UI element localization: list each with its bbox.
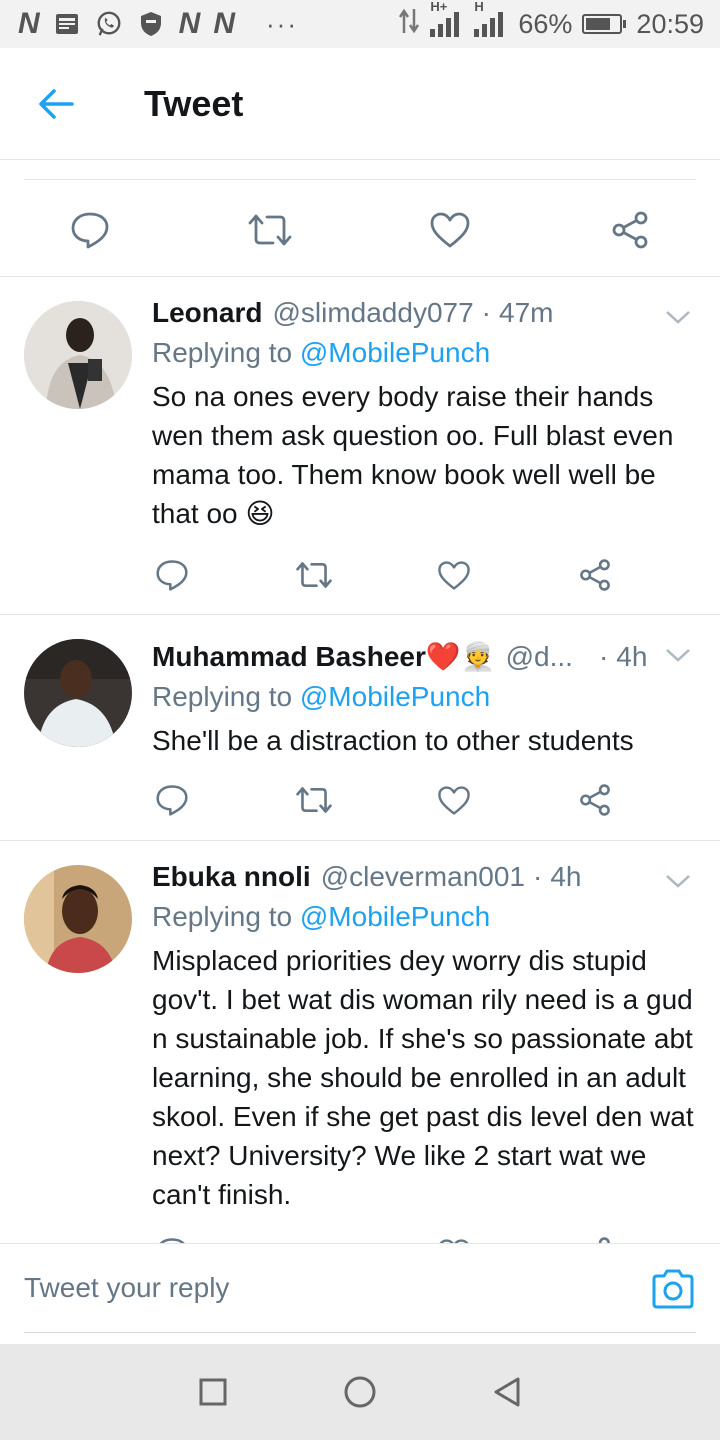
- user-handle[interactable]: @slimdaddy077: [272, 295, 473, 331]
- battery-percent: 66%: [518, 8, 573, 39]
- separator: ·: [481, 297, 491, 328]
- heart-icon: [438, 785, 470, 815]
- n-notification-icon: N: [213, 7, 235, 40]
- separator: ·: [533, 861, 543, 892]
- avatar[interactable]: [24, 639, 132, 747]
- heart-icon: [430, 212, 470, 248]
- reply-button[interactable]: [66, 206, 114, 254]
- like-button[interactable]: [426, 206, 474, 254]
- triangle-back-icon: [494, 1377, 520, 1407]
- reply-placeholder: Tweet your reply: [24, 1272, 230, 1303]
- user-name[interactable]: Leonard: [152, 295, 262, 331]
- reply-header: Muhammad Basheer❤️👳 @d... · 4h: [152, 639, 696, 675]
- reply-button[interactable]: [152, 555, 192, 595]
- replying-to: Replying to @MobilePunch: [152, 337, 491, 368]
- reply-tweet[interactable]: Muhammad Basheer❤️👳 @d... · 4h Replying …: [0, 615, 720, 841]
- share-button[interactable]: [575, 555, 615, 595]
- n-notification-icon: N: [178, 7, 201, 40]
- clock: 20:59: [636, 8, 704, 39]
- tweet-text: She'll be a distraction to other student…: [152, 725, 634, 756]
- replying-to: Replying to @MobilePunch: [152, 681, 491, 712]
- like-button[interactable]: [434, 555, 474, 595]
- mention-link[interactable]: @MobilePunch: [300, 901, 490, 932]
- news-icon: [53, 10, 81, 38]
- heart-icon: [438, 560, 470, 590]
- replying-to: Replying to @MobilePunch: [152, 901, 491, 932]
- share-button[interactable]: [575, 1233, 615, 1243]
- user-name[interactable]: Muhammad Basheer❤️👳: [152, 639, 496, 675]
- data-transfer-icon: [398, 7, 420, 42]
- system-status: H+ H 66% 20:59: [398, 0, 704, 42]
- chevron-down-icon[interactable]: [664, 871, 692, 891]
- retweet-icon: [296, 562, 332, 588]
- status-bar: N N N ··· H+ H 66% 20:59: [0, 0, 720, 48]
- separator: ·: [598, 641, 609, 672]
- reply-actions: [152, 555, 632, 595]
- reply-actions: [152, 1233, 632, 1243]
- arrow-left-icon: [39, 88, 74, 119]
- reply-button[interactable]: [152, 780, 192, 820]
- retweet-icon: [296, 787, 332, 813]
- reply-header: Ebuka nnoli @cleverman001 · 4h: [152, 859, 696, 895]
- speech-bubble-icon: [156, 785, 188, 816]
- retweet-button[interactable]: [294, 780, 334, 820]
- recents-button[interactable]: [183, 1362, 243, 1422]
- reply-button[interactable]: [152, 1233, 192, 1243]
- reply-tweet[interactable]: Ebuka nnoli @cleverman001 · 4h Replying …: [0, 841, 720, 1243]
- camera-icon[interactable]: [650, 1266, 696, 1312]
- divider: [24, 179, 696, 180]
- share-icon: [598, 1237, 610, 1243]
- timestamp: 4h: [616, 641, 648, 672]
- back-button[interactable]: [0, 48, 112, 160]
- signal-icon: H+: [430, 0, 464, 37]
- avatar[interactable]: [24, 865, 132, 973]
- share-icon: [580, 784, 610, 816]
- speech-bubble-icon: [156, 560, 188, 591]
- reply-header: Leonard @slimdaddy077 · 47m: [152, 295, 696, 331]
- tweet-text: Misplaced priorities dey worry dis stupi…: [152, 945, 694, 1210]
- app-header: Tweet: [0, 48, 720, 160]
- n-notification-icon: N: [18, 7, 40, 40]
- tweet-text: So na ones every body raise their hands …: [152, 381, 674, 529]
- share-icon: [612, 211, 648, 249]
- signal-icon: H: [474, 0, 508, 37]
- chevron-down-icon[interactable]: [664, 307, 692, 327]
- timestamp: 4h: [550, 861, 582, 892]
- retweet-icon: [248, 214, 292, 246]
- user-name[interactable]: Ebuka nnoli: [152, 859, 311, 895]
- reply-composer: Tweet your reply: [0, 1243, 720, 1344]
- home-button[interactable]: [330, 1362, 390, 1422]
- page-title: Tweet: [144, 82, 244, 124]
- retweet-button[interactable]: [294, 555, 334, 595]
- speech-bubble-icon: [71, 212, 109, 249]
- share-button[interactable]: [575, 780, 615, 820]
- system-nav-bar: [0, 1344, 720, 1440]
- square-icon: [199, 1378, 227, 1406]
- battery-icon: [582, 14, 627, 34]
- share-button[interactable]: [606, 206, 654, 254]
- timestamp: 47m: [499, 297, 554, 328]
- reply-input[interactable]: Tweet your reply: [24, 1244, 696, 1333]
- avatar[interactable]: [24, 301, 132, 409]
- like-button[interactable]: [434, 780, 474, 820]
- mention-link[interactable]: @MobilePunch: [300, 681, 490, 712]
- chevron-down-icon[interactable]: [664, 645, 692, 665]
- notification-icons: N N N ···: [18, 7, 298, 41]
- reply-tweet[interactable]: Leonard @slimdaddy077 · 47m Replying to …: [0, 277, 720, 615]
- shield-icon: [137, 10, 165, 38]
- retweet-button[interactable]: [246, 206, 294, 254]
- reply-actions: [152, 780, 632, 820]
- user-handle[interactable]: @cleverman001: [321, 859, 525, 895]
- circle-icon: [344, 1376, 376, 1408]
- share-icon: [580, 559, 610, 591]
- like-button[interactable]: [434, 1233, 474, 1243]
- whatsapp-icon: [95, 10, 123, 38]
- more-notifications-indicator: ···: [266, 8, 298, 39]
- back-nav-button[interactable]: [477, 1362, 537, 1422]
- main-tweet-actions: [0, 160, 720, 277]
- mention-link[interactable]: @MobilePunch: [300, 337, 490, 368]
- user-handle[interactable]: @d...: [506, 639, 573, 675]
